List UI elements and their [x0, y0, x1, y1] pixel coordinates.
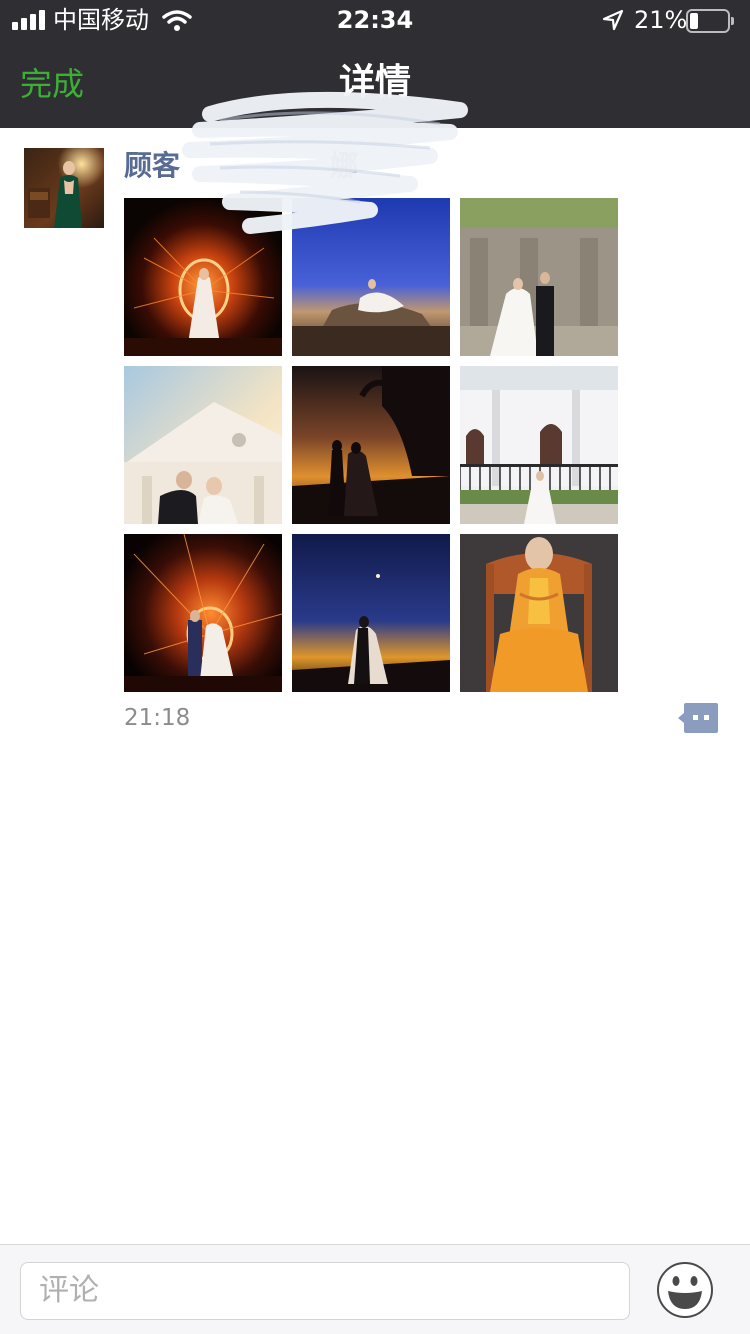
location-arrow-icon: [602, 9, 624, 31]
photo-1[interactable]: [124, 198, 282, 356]
battery-icon: [686, 9, 734, 33]
author-name[interactable]: 顾客 娜: [124, 146, 358, 186]
photo-8[interactable]: [292, 534, 450, 692]
comment-input[interactable]: 评论: [20, 1262, 630, 1320]
emoji-face-icon[interactable]: [656, 1261, 714, 1319]
comment-placeholder: 评论: [39, 1273, 99, 1308]
comment-bubble-icon[interactable]: [678, 703, 718, 733]
photo-5[interactable]: [292, 366, 450, 524]
photo-3[interactable]: [460, 198, 618, 356]
comment-bar: 评论: [0, 1244, 750, 1334]
avatar[interactable]: [24, 148, 104, 228]
status-bar: 中国移动 22:34 21%: [0, 0, 750, 42]
photo-2[interactable]: [292, 198, 450, 356]
photo-6[interactable]: [460, 366, 618, 524]
battery-level: [690, 13, 698, 29]
page-title: 详情: [338, 62, 411, 103]
author-name-head: 顾客: [124, 149, 181, 182]
photo-7[interactable]: [124, 534, 282, 692]
photo-4[interactable]: [124, 366, 282, 524]
author-name-tail: 娜: [330, 149, 359, 182]
post-timestamp: 21:18: [124, 705, 191, 731]
photo-9[interactable]: [460, 534, 618, 692]
top-bar: 中国移动 22:34 21% 完成 详情: [0, 0, 750, 128]
battery-percent: 21%: [634, 6, 688, 34]
